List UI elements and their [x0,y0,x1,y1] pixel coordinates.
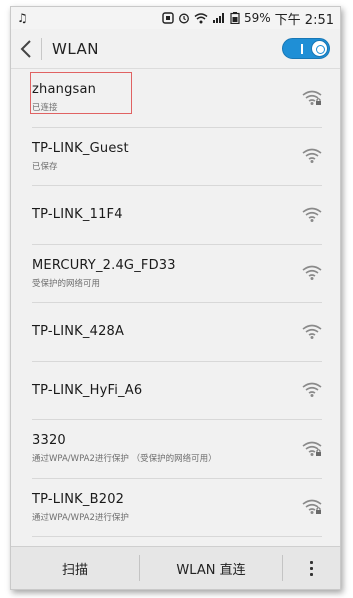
network-status: 受保护的网络可用 [32,278,101,289]
network-name: TP-LINK_Guest [32,140,129,156]
network-item[interactable]: TP-LINK_HyFi_A6 [32,362,322,420]
app-header: WLAN [11,29,340,69]
network-item[interactable]: TP-LINK_11F4 [32,186,322,245]
wlan-toggle[interactable] [282,38,330,59]
network-item[interactable]: 3320 通过WPA/WPA2进行保护 （受保护的网络可用） [32,420,322,479]
status-bar: ♫ 59% 下午 2:51 [11,7,340,29]
wifi-signal-icon [302,324,322,340]
clock: 下午 2:51 [274,12,334,28]
wifi-lock-icon [302,499,322,515]
wifi-signal-icon [302,207,322,223]
network-list: zhangsan 已连接 TP-LINK_Guest 已保存 TP-LINK_11F4 M… [11,69,340,537]
network-text: TP-LINK_Guest 已保存 [32,141,129,172]
network-status: 已保存 [32,161,58,172]
network-name: TP-LINK_428A [32,324,125,340]
network-item[interactable]: TP-LINK_428A [32,303,322,362]
toggle-knob [311,40,328,57]
highlight-box [30,72,132,114]
wifi-lock-icon [302,441,322,457]
more-vertical-icon [310,558,313,579]
wifi-signal-icon [302,148,322,164]
network-text: TP-LINK_428A [32,324,124,339]
signal-icon [213,13,224,23]
network-text: TP-LINK_HyFi_A6 [32,383,142,398]
network-name: MERCURY_2.4G_FD33 [32,257,176,273]
wifi-signal-icon [302,382,322,398]
network-name: 3320 [32,433,66,449]
battery-percent: 59% [244,11,271,25]
screenshot-icon [162,12,174,24]
network-text: TP-LINK_11F4 [32,207,123,222]
more-menu-button[interactable] [283,547,340,590]
network-name: TP-LINK_HyFi_A6 [32,382,143,398]
wifi-signal-icon [302,265,322,281]
music-note-icon: ♫ [17,11,28,25]
network-name: TP-LINK_11F4 [32,207,123,223]
toggle-on-mark [301,44,303,54]
battery-icon [230,12,240,24]
bottom-action-bar: 扫描 WLAN 直连 [11,546,340,589]
network-text: TP-LINK_B202 通过WPA/WPA2进行保护 [32,492,129,523]
back-button[interactable] [11,29,41,69]
network-status: 通过WPA/WPA2进行保护 [32,512,129,523]
header-divider [41,37,42,60]
wlan-direct-button[interactable]: WLAN 直连 [140,547,282,590]
network-item[interactable]: MERCURY_2.4G_FD33 受保护的网络可用 [32,245,322,303]
wifi-status-icon [194,13,208,24]
network-item[interactable]: TP-LINK_Guest 已保存 [32,128,322,186]
alarm-icon [179,13,189,24]
chevron-left-icon [20,39,31,58]
page-title: WLAN [52,39,100,58]
network-item[interactable]: zhangsan 已连接 [30,69,322,128]
phone-screen: ♫ 59% 下午 2:51 WLAN zhangsan 已连接 TP-LINK_… [10,6,341,590]
network-name: TP-LINK_B202 [32,491,125,507]
scan-button[interactable]: 扫描 [11,547,139,590]
network-status: 通过WPA/WPA2进行保护 （受保护的网络可用） [32,454,217,465]
network-text: 3320 通过WPA/WPA2进行保护 （受保护的网络可用） [32,433,217,464]
network-text: MERCURY_2.4G_FD33 受保护的网络可用 [32,258,176,289]
network-item[interactable]: TP-LINK_B202 通过WPA/WPA2进行保护 [32,479,322,537]
wifi-lock-icon [302,90,322,106]
